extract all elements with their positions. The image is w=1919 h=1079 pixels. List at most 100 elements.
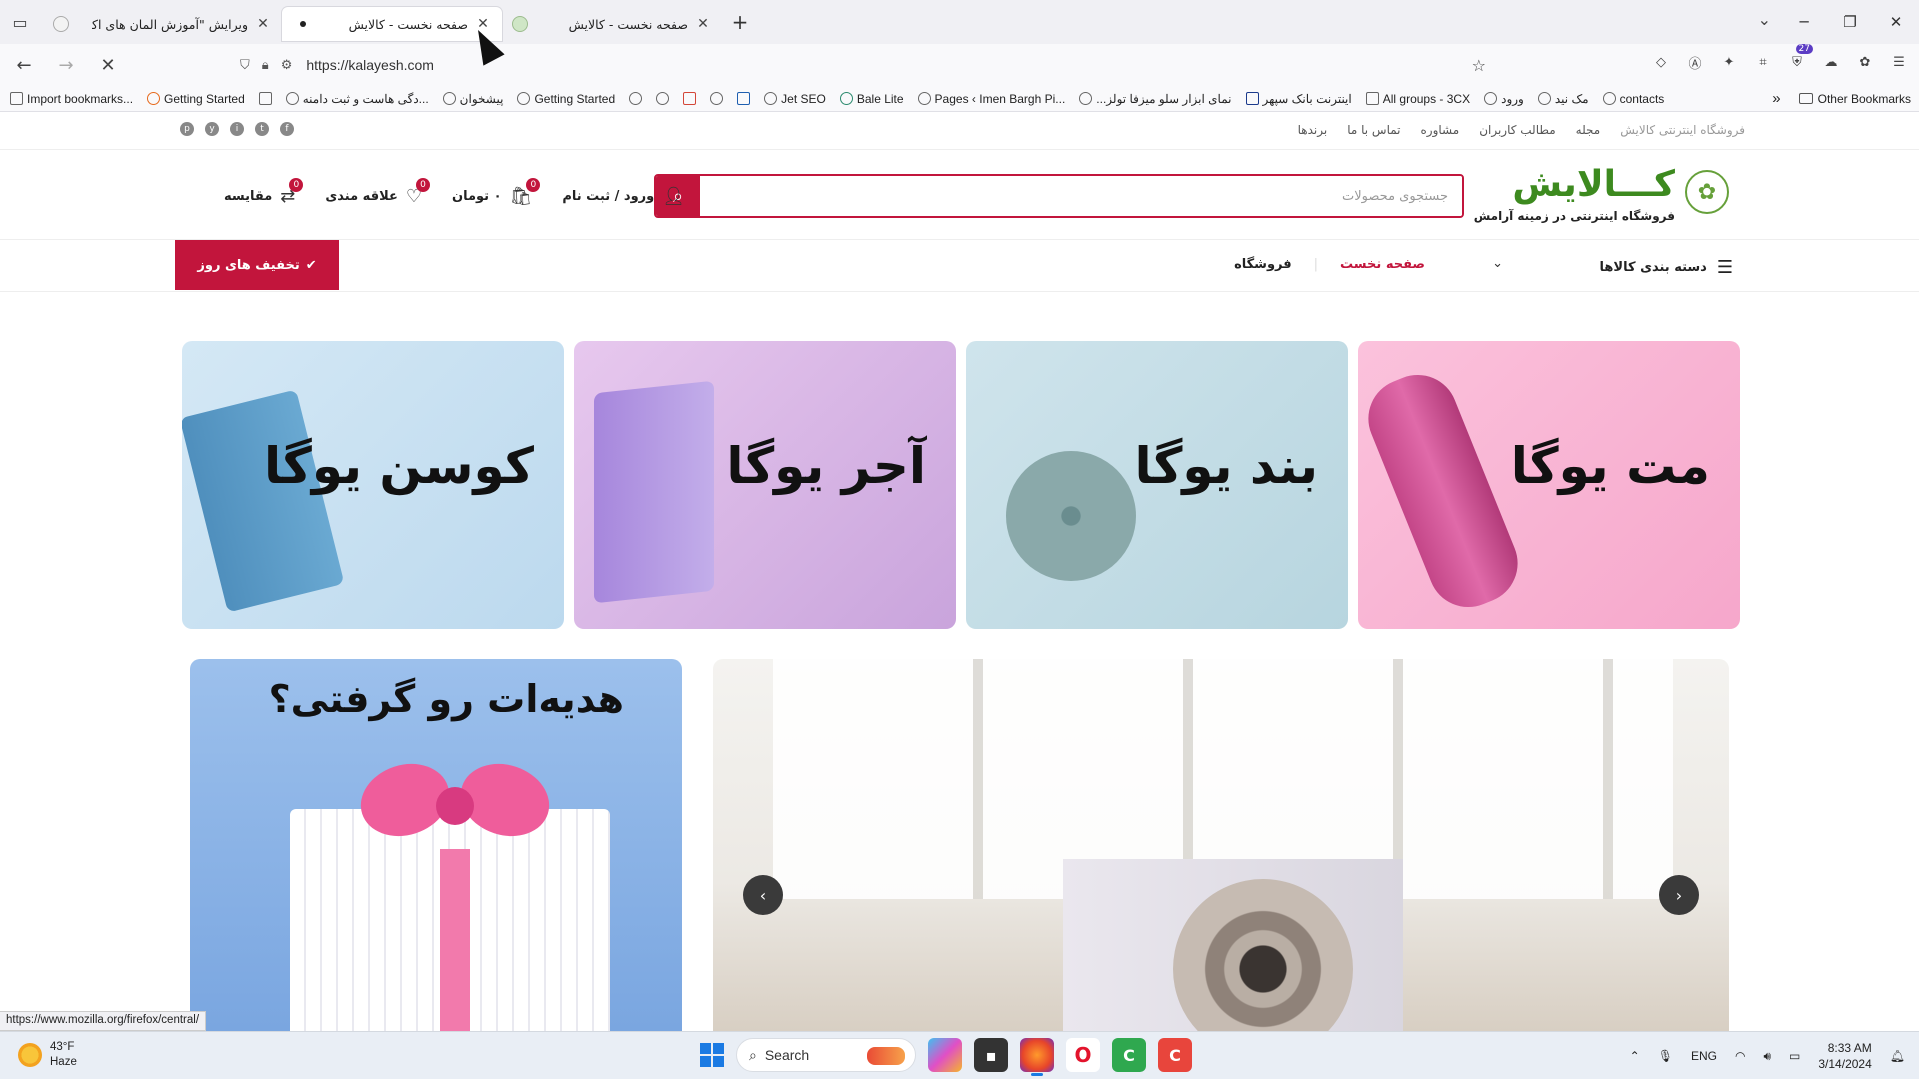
top-link-contact[interactable]: تماس با ما (1347, 123, 1400, 137)
pinterest-icon[interactable]: p (180, 122, 194, 136)
bookmark-item[interactable]: ...نمای ابزار سلو میزفا تولز (1079, 92, 1232, 106)
menu-hamburger-icon[interactable]: ☰ (1889, 52, 1909, 72)
top-link-brands[interactable]: برندها (1298, 123, 1328, 137)
extension-badge-icon[interactable]: ⛨ 27 (1787, 44, 1813, 72)
bookmark-star-icon[interactable]: ☆ (1472, 56, 1486, 75)
bookmark-item[interactable]: Bale Lite (839, 92, 904, 106)
extensions-puzzle-icon[interactable]: ✦ (1719, 52, 1739, 72)
permissions-icon[interactable]: ⚙ (281, 58, 293, 73)
bookmark-item[interactable]: All groups - 3CX (1365, 92, 1470, 106)
facebook-icon[interactable]: f (280, 122, 294, 136)
bookmark-item[interactable]: Import bookmarks... (10, 92, 133, 106)
other-bookmarks-folder[interactable]: Other Bookmarks (1798, 92, 1911, 106)
bookmark-item[interactable]: ...دگی هاست و ثبت دامنه (285, 92, 429, 106)
login-link[interactable]: 👤︎ ورود / ثبت نام (562, 186, 685, 207)
language-indicator[interactable]: ENG (1691, 1049, 1717, 1063)
tab-list-icon[interactable]: ▭ (0, 0, 40, 44)
firefox-icon[interactable] (1020, 1038, 1054, 1076)
maximize-button[interactable]: ❐ (1827, 13, 1873, 31)
compare-link[interactable]: ⇄ 0 مقایسه (224, 178, 304, 207)
close-icon[interactable]: ✕ (694, 16, 712, 32)
minimize-button[interactable]: ─ (1781, 13, 1827, 31)
bookmark-item[interactable]: Pages ‹ Imen Bargh Pi... (917, 92, 1065, 106)
pocket-icon[interactable]: ◇ (1651, 52, 1671, 72)
bookmark-item[interactable] (683, 92, 700, 105)
bookmark-item[interactable]: Jet SEO (764, 92, 826, 106)
camtasia-green-icon[interactable]: C (1112, 1038, 1146, 1072)
compare-label: مقایسه (224, 189, 273, 204)
opera-icon[interactable]: O (1066, 1038, 1100, 1072)
close-window-button[interactable]: ✕ (1873, 13, 1919, 31)
bookmark-item[interactable]: ورود (1484, 92, 1524, 106)
instagram-icon[interactable]: i (230, 122, 244, 136)
bookmark-item[interactable]: پیشخوان (442, 92, 503, 106)
gift-banner[interactable]: هدیه‌ات رو گرفتی؟ (190, 659, 682, 1031)
clock[interactable]: 8:33 AM 3/14/2024 (1818, 1040, 1871, 1072)
back-arrow-icon[interactable]: ← (6, 49, 42, 81)
copilot-icon[interactable] (928, 1038, 962, 1072)
wifi-icon[interactable]: ◠ (1735, 1049, 1745, 1063)
slider-prev-button[interactable]: ‹ (743, 875, 783, 915)
tab-overflow-chevron-icon[interactable]: ⌄ (1758, 10, 1771, 29)
daily-deals-button[interactable]: ✔ تخفیف های روز (175, 240, 339, 290)
chevron-down-icon[interactable]: ⌄ (1492, 256, 1503, 271)
top-link-user-posts[interactable]: مطالب کاربران (1479, 123, 1555, 137)
task-view-icon[interactable]: ▪ (974, 1038, 1008, 1072)
top-link-store[interactable]: فروشگاه اینترنتی کالایش (1620, 123, 1745, 137)
shield-icon[interactable]: ⛉ (240, 58, 250, 73)
site-logo[interactable]: ✿ کـــالایش فروشگاه اینترنتی در زمینه آر… (1469, 164, 1729, 226)
slider-next-button[interactable]: › (1659, 875, 1699, 915)
crop-icon[interactable]: ⌗ (1753, 52, 1773, 72)
tray-overflow-chevron-icon[interactable]: ⌃ (1630, 1049, 1640, 1063)
notification-bell-icon[interactable]: 🔔︎ (1890, 1049, 1905, 1063)
lock-icon[interactable]: 🔒︎ (262, 58, 269, 73)
cloud-icon[interactable]: ☁ (1821, 52, 1841, 72)
nav-home[interactable]: صفحه نخست (1340, 257, 1425, 272)
bookmark-item[interactable] (656, 92, 673, 105)
category-card-yoga-strap[interactable]: بند یوگا (966, 341, 1348, 629)
extension-flower-icon[interactable]: ✿ (1855, 52, 1875, 72)
battery-icon[interactable]: ▭ (1789, 1049, 1800, 1063)
bookmark-item[interactable] (737, 92, 754, 105)
microphone-icon[interactable]: 🎙︎ (1658, 1049, 1673, 1063)
forward-arrow-icon[interactable]: → (48, 49, 84, 81)
wishlist-link[interactable]: ♡ 0 علاقه مندی (325, 178, 430, 207)
bookmark-item[interactable] (629, 92, 646, 105)
web-page: فروشگاه اینترنتی کالایش مجله مطالب کاربر… (0, 112, 1919, 1031)
close-icon[interactable]: ✕ (254, 16, 272, 32)
taskbar-apps: ⌕ Search ▪ O C C (700, 1038, 1192, 1076)
top-link-consulting[interactable]: مشاوره (1421, 123, 1460, 137)
stop-loading-icon[interactable]: ✕ (90, 49, 126, 81)
bookmark-item[interactable] (710, 92, 727, 105)
category-card-yoga-mat[interactable]: مت یوگا (1358, 341, 1740, 629)
search-highlight-icon (867, 1047, 905, 1065)
bookmark-item[interactable]: Getting Started (147, 92, 245, 106)
new-tab-button[interactable]: + (722, 0, 758, 44)
bookmark-item[interactable]: اینترنت بانک سپهر (1245, 92, 1352, 106)
bookmark-item[interactable] (258, 92, 276, 105)
tab-loading[interactable] (40, 7, 82, 41)
twitter-icon[interactable]: t (255, 122, 269, 136)
search-input[interactable] (700, 176, 1462, 216)
camtasia-red-icon[interactable]: C (1158, 1038, 1192, 1072)
address-bar[interactable]: ⛉ 🔒︎ ⚙ https://kalayesh.com ☆ (230, 49, 1496, 81)
top-link-magazine[interactable]: مجله (1576, 123, 1601, 137)
category-menu-button[interactable]: ☰ دسته بندی کالاها (1600, 257, 1733, 278)
windows-start-icon[interactable] (700, 1043, 724, 1067)
category-card-yoga-block[interactable]: آجر یوگا (574, 341, 956, 629)
category-card-yoga-cushion[interactable]: کوسن یوگا (182, 341, 564, 629)
lotus-logo-icon: ✿ (1685, 170, 1729, 214)
youtube-icon[interactable]: y (205, 122, 219, 136)
nav-shop[interactable]: فروشگاه (1234, 257, 1292, 272)
tab-edit-post[interactable]: ویرایش "آموزش المان های اکسترا – عا ✕ (82, 7, 282, 41)
account-icon[interactable]: Ⓐ (1685, 52, 1705, 72)
speaker-icon[interactable]: 🔊︎ (1763, 1049, 1771, 1064)
tab-home[interactable]: صفحه نخست - کالایش ✕ (502, 7, 722, 41)
bookmarks-overflow-icon[interactable]: » (1772, 90, 1780, 107)
weather-widget[interactable]: 43°F Haze (18, 1040, 77, 1070)
bookmark-item[interactable]: contacts (1602, 92, 1664, 106)
taskbar-search[interactable]: ⌕ Search (736, 1038, 916, 1072)
bookmark-item[interactable]: Getting Started (517, 92, 615, 106)
bookmark-item[interactable]: مک نید (1537, 92, 1589, 106)
cart-link[interactable]: 🛍︎ 0 ۰ تومان (452, 178, 541, 207)
